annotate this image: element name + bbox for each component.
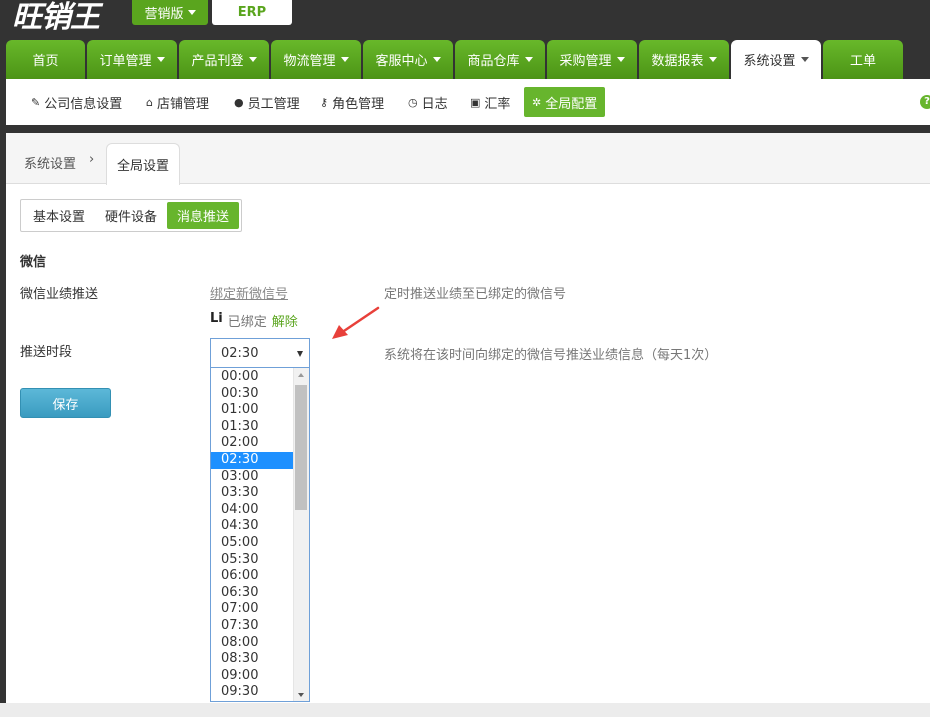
- nav-tab-work-order[interactable]: 工单: [823, 40, 903, 79]
- gear-icon: ✲: [532, 95, 542, 109]
- bind-wechat-link[interactable]: 绑定新微信号: [210, 283, 288, 302]
- caret-down-icon: [616, 57, 625, 62]
- time-option[interactable]: 00:00: [211, 369, 293, 386]
- time-option[interactable]: 04:30: [211, 518, 293, 535]
- caret-down-icon: [432, 57, 441, 62]
- caret-down-icon: [248, 57, 257, 62]
- subnav-staff-management[interactable]: ● 员工管理: [234, 79, 300, 125]
- time-option[interactable]: 06:30: [211, 585, 293, 602]
- period-description: 系统将在该时间向绑定的微信号推送业绩信息（每天1次）: [384, 348, 718, 363]
- time-option[interactable]: 03:30: [211, 485, 293, 502]
- time-option[interactable]: 01:00: [211, 402, 293, 419]
- time-option[interactable]: 07:00: [211, 601, 293, 618]
- scrollbar-thumb[interactable]: [295, 385, 307, 510]
- main-nav: 首页 订单管理 产品刊登 物流管理 客服中心 商品仓库 采购管理 数据报表 系统…: [0, 40, 930, 79]
- nav-tab-reports[interactable]: 数据报表: [639, 40, 729, 79]
- time-option[interactable]: 00:30: [211, 386, 293, 403]
- page-content: 系统设置 › 全局设置 基本设置 硬件设备 消息推送 微信 微信业绩推送 绑定新…: [6, 133, 930, 703]
- top-bar: 旺销王 营销版 ERP: [0, 0, 930, 40]
- nav-tab-listing[interactable]: 产品刊登: [179, 40, 269, 79]
- push-period-label: 推送时段: [20, 345, 73, 360]
- erp-button[interactable]: ERP: [212, 0, 292, 25]
- time-dropdown-list[interactable]: 00:00 00:30 01:00 01:30 02:00 02:30 03:00 03:30…: [210, 368, 310, 702]
- edition-dropdown[interactable]: 营销版: [132, 0, 208, 25]
- caret-down-icon: [800, 57, 809, 62]
- time-option[interactable]: 09:00: [211, 668, 293, 685]
- time-option[interactable]: 04:00: [211, 502, 293, 519]
- caret-down-icon: [297, 351, 303, 357]
- time-option[interactable]: 08:00: [211, 635, 293, 652]
- logo: 旺销王: [12, 0, 100, 35]
- nav-tab-orders[interactable]: 订单管理: [87, 40, 177, 79]
- home-icon: ⌂: [146, 95, 153, 109]
- time-option[interactable]: 08:30: [211, 651, 293, 668]
- scroll-up-icon[interactable]: [298, 373, 304, 377]
- subnav-exchange-rate[interactable]: ▣ 汇率: [470, 79, 510, 125]
- nav-tab-logistics[interactable]: 物流管理: [271, 40, 361, 79]
- bound-account: Li 已绑定 解除: [210, 311, 298, 330]
- caret-down-icon: [156, 57, 165, 62]
- scroll-down-icon[interactable]: [298, 693, 304, 697]
- breadcrumb-current-tab[interactable]: 全局设置: [106, 143, 180, 185]
- caret-down-icon: [187, 10, 196, 15]
- time-option[interactable]: 05:30: [211, 552, 293, 569]
- tab-basic-settings[interactable]: 基本设置: [23, 202, 95, 229]
- subnav-store-management[interactable]: ⌂ 店铺管理: [146, 79, 209, 125]
- nav-tab-customer-service[interactable]: 客服中心: [363, 40, 453, 79]
- bound-nickname: Li: [210, 311, 223, 326]
- nav-tab-home[interactable]: 首页: [6, 40, 85, 79]
- time-option[interactable]: 02:00: [211, 435, 293, 452]
- nav-tab-warehouse[interactable]: 商品仓库: [455, 40, 545, 79]
- settings-tabs: 基本设置 硬件设备 消息推送: [20, 199, 243, 232]
- caret-down-icon: [340, 57, 349, 62]
- push-description: 定时推送业绩至已绑定的微信号: [384, 287, 567, 302]
- time-option[interactable]: 01:30: [211, 419, 293, 436]
- tab-hardware[interactable]: 硬件设备: [95, 202, 167, 229]
- key-icon: ⚷: [320, 95, 329, 109]
- money-icon: ▣: [470, 95, 481, 109]
- subnav-log[interactable]: ◷ 日志: [408, 79, 448, 125]
- unbind-link[interactable]: 解除: [272, 311, 298, 330]
- sub-nav: ✎ 公司信息设置 ⌂ 店铺管理 ● 员工管理 ⚷ 角色管理 ◷ 日志 ▣ 汇率 …: [6, 79, 930, 125]
- annotation-arrow: [332, 306, 380, 339]
- clock-icon: ◷: [408, 95, 418, 109]
- time-option[interactable]: 07:30: [211, 618, 293, 635]
- subnav-role-management[interactable]: ⚷ 角色管理: [320, 79, 384, 125]
- breadcrumb-parent[interactable]: 系统设置: [24, 153, 76, 172]
- user-icon: ●: [234, 95, 244, 109]
- help-icon[interactable]: ?: [920, 95, 930, 109]
- save-button[interactable]: 保存: [20, 388, 111, 418]
- caret-down-icon: [524, 57, 533, 62]
- breadcrumb-separator: ›: [89, 152, 95, 167]
- push-time-value: 02:30: [221, 345, 259, 361]
- nav-tab-purchasing[interactable]: 采购管理: [547, 40, 637, 79]
- dropdown-scrollbar[interactable]: [293, 368, 309, 701]
- section-title-wechat: 微信: [20, 255, 47, 270]
- bound-status: 已绑定: [227, 315, 267, 330]
- tab-message-push[interactable]: 消息推送: [167, 202, 240, 229]
- subnav-company-info[interactable]: ✎ 公司信息设置: [31, 79, 122, 125]
- subnav-global-config[interactable]: ✲ 全局配置: [524, 87, 606, 117]
- time-option[interactable]: 09:30: [211, 684, 293, 701]
- edit-icon: ✎: [31, 95, 41, 109]
- push-time-select[interactable]: 02:30: [210, 338, 310, 368]
- edition-label: 营销版: [144, 7, 184, 22]
- time-option[interactable]: 05:00: [211, 535, 293, 552]
- time-option[interactable]: 06:00: [211, 568, 293, 585]
- breadcrumb: 系统设置 › 全局设置: [6, 133, 930, 185]
- wechat-push-label: 微信业绩推送: [20, 287, 99, 302]
- bottom-strip: [0, 703, 930, 717]
- time-option[interactable]: 03:00: [211, 469, 293, 486]
- caret-down-icon: [708, 57, 717, 62]
- time-option[interactable]: 02:30: [211, 452, 293, 469]
- nav-tab-system-settings[interactable]: 系统设置: [731, 40, 821, 79]
